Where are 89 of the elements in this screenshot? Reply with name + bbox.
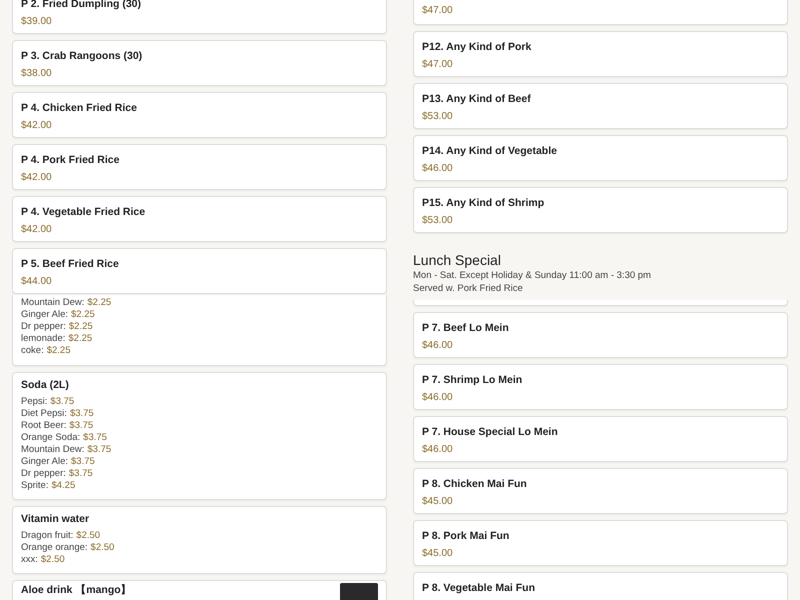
item-price: $47.00 [422,58,454,72]
item-title: P 3. Crab Rangoons (30) [21,49,144,63]
drink-price: $2.50 [76,530,100,542]
menu-item-card[interactable]: P 8. Vegetable Mai Fun [413,572,788,600]
menu-item-card[interactable]: Vitamin water Dragon fruit: $2.50 Orange orange: $2.50 xxx: $2.50 [12,506,387,574]
drink-name: Ginger Ale: [21,456,68,468]
menu-item-card[interactable]: P14. Any Kind of Vegetable $46.00 [413,135,788,181]
drink-price: $2.25 [68,333,92,345]
item-title: P15. Any Kind of Shrimp [422,196,546,210]
drink-price: $2.50 [40,554,65,566]
item-price: $46.00 [422,162,454,176]
menu-item-card[interactable]: P 4. Pork Fried Rice $42.00 [12,144,387,190]
item-title: P 7. Beef Lo Mein [422,321,510,335]
menu-item-card[interactable]: P 5. Beef Fried Rice $44.00 [12,248,387,294]
menu-item-card[interactable]: P12. Any Kind of Pork $47.00 [413,31,788,77]
item-title: P 5. Beef Fried Rice [21,257,120,271]
section-note: Mon - Sat. Except Holiday & Sunday 11:00 am - 3:30 pm [413,270,652,282]
item-price: $45.00 [422,547,454,561]
drink-price: $3.75 [50,396,74,408]
item-price: $53.00 [422,110,454,124]
item-price: $38.00 [21,67,53,81]
drink-price: $2.50 [90,542,114,554]
drink-name: coke: [21,345,44,357]
drink-price: $3.75 [68,468,93,480]
section-title: Lunch Special [413,251,502,269]
menu-item-card[interactable]: P 7. House Special Lo Mein $46.00 [413,416,788,462]
drink-price: $4.25 [51,480,76,492]
item-title: P 4. Chicken Fried Rice [21,101,138,115]
item-title: P12. Any Kind of Pork [422,40,532,54]
drink-name: Dr pepper: [21,468,66,480]
item-price: $46.00 [422,339,454,353]
section-note: Served w. Pork Fried Rice [413,283,524,295]
menu-item-card[interactable]: P 4. Chicken Fried Rice $42.00 [12,92,387,138]
drink-name: Root Beer: [21,420,66,432]
drink-price: $2.25 [87,297,112,309]
drink-name: Orange Soda: [21,432,80,444]
item-price: $39.00 [21,15,53,29]
drink-name: lemonade: [21,333,66,345]
item-title: P 8. Vegetable Mai Fun [422,581,536,595]
item-title: P 7. House Special Lo Mein [422,425,559,439]
item-title: P 7. Shrimp Lo Mein [422,373,524,387]
drink-name: Diet Pepsi: [21,408,67,420]
item-title: P 8. Pork Mai Fun [422,529,510,543]
drink-name: Ginger Ale: [21,309,68,321]
menu-item-card[interactable]: P 8. Chicken Mai Fun $45.00 [413,468,788,514]
item-title: Soda (2L) [21,378,70,393]
item-price: $53.00 [422,214,454,228]
drink-name: Mountain Dew: [21,444,84,456]
drink-price: $3.75 [69,420,94,432]
item-price: $44.00 [21,275,53,289]
menu-item-card[interactable]: P 4. Vegetable Fried Rice $42.00 [12,196,387,242]
drink-price: $3.75 [71,456,95,468]
item-title: P 4. Vegetable Fried Rice [21,205,146,219]
item-price: $47.00 [422,4,454,18]
item-price: $42.00 [21,171,53,185]
drink-name: Pepsi: [21,396,48,408]
drink-price: $2.25 [46,345,70,357]
item-title: P14. Any Kind of Vegetable [422,144,558,158]
menu-item-card[interactable]: P 7. Shrimp Lo Mein $46.00 [413,364,788,410]
drink-name: Orange orange: [21,542,88,554]
drink-name: Mountain Dew: [21,297,84,309]
item-price: $42.00 [21,223,53,237]
menu-item-card[interactable]: Aloe drink 【mango】 [12,580,387,600]
menu-item-card[interactable]: P 3. Crab Rangoons (30) $38.00 [12,40,387,86]
item-title: P 8. Chicken Mai Fun [422,477,528,491]
menu-item-card[interactable]: Soda (2L) Pepsi: $3.75 Diet Pepsi: $3.75 Root Beer: $3.75 Orange Soda: $3.75 Mountain Dew: $3.75 Ginger Ale: $3.75 Dr pepper: $3.75 Sprite: $4.25 [12,372,387,500]
item-price: $45.00 [422,495,454,509]
item-title: P 4. Pork Fried Rice [21,153,120,167]
menu-item-card[interactable]: $47.00 [413,0,788,25]
drink-price: $2.25 [68,321,93,333]
item-title: Vitamin water [21,512,90,527]
item-price: $46.00 [422,391,454,405]
item-title: P13. Any Kind of Beef [422,92,532,106]
menu-item-card[interactable]: P 8. Pork Mai Fun $45.00 [413,520,788,566]
item-title: Aloe drink 【mango】 [21,583,132,598]
drink-name: Dragon fruit: [21,530,74,542]
drink-price: $2.25 [71,309,95,321]
drink-price: $3.75 [83,432,107,444]
drink-price: $3.75 [70,408,94,420]
drink-name: xxx: [21,554,38,566]
drink-name: Sprite: [21,480,48,492]
menu-item-card[interactable]: P15. Any Kind of Shrimp $53.00 [413,187,788,233]
menu-item-card[interactable]: Mountain Dew: $2.25 Ginger Ale: $2.25 Dr pepper: $2.25 lemonade: $2.25 coke: $2.25 [12,295,387,366]
menu-item-card[interactable]: P 7. Beef Lo Mein $46.00 [413,312,788,358]
drink-name: Dr pepper: [21,321,66,333]
item-price: $46.00 [422,443,454,457]
drink-price: $3.75 [87,444,112,456]
item-price: $42.00 [21,119,53,133]
menu-item-card[interactable]: P13. Any Kind of Beef $53.00 [413,83,788,129]
